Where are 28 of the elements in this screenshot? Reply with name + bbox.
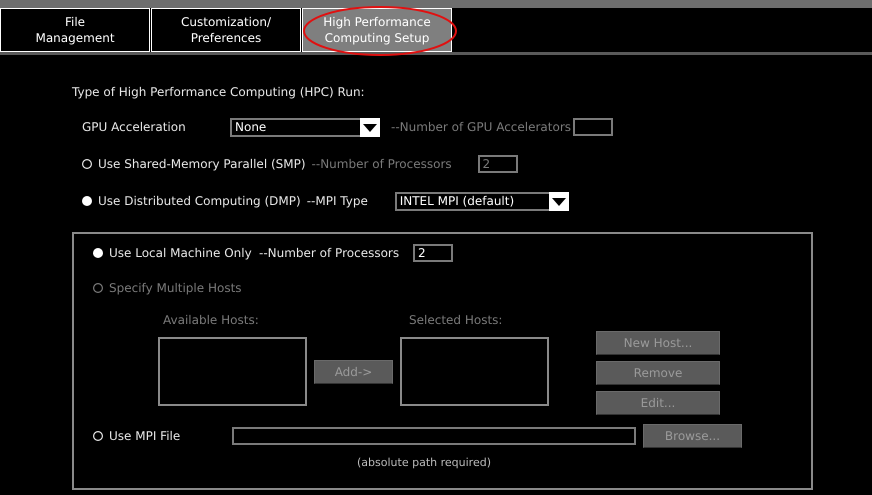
tab[interactable]: High Performance Computing Setup [302, 8, 452, 52]
radio-label: Use Shared-Memory Parallel (SMP) [98, 157, 306, 171]
available-hosts-list[interactable] [158, 337, 307, 406]
processors-field[interactable]: 2 [478, 155, 518, 173]
processors-label: --Number of Processors [259, 246, 400, 260]
path-note: (absolute path required) [357, 456, 491, 468]
radio-label: Specify Multiple Hosts [109, 281, 242, 295]
radio-button[interactable] [82, 196, 92, 206]
section-heading: Type of High Performance Computing (HPC) Run: [72, 85, 365, 99]
browse-button[interactable]: Browse... [643, 424, 742, 448]
radio-label: Use MPI File [109, 429, 180, 443]
mpi-type-dropdown[interactable]: INTEL MPI (default) [394, 192, 569, 210]
radio-label: Use Local Machine Only [109, 246, 252, 260]
tab[interactable]: File Management [0, 8, 150, 52]
gpu-count-label: --Number of GPU Accelerators [391, 120, 572, 134]
option-label: --Number of Processors [312, 157, 452, 171]
gpu-label: GPU Acceleration [82, 120, 186, 134]
tab[interactable]: Customization/ Preferences [151, 8, 301, 52]
option-label: --MPI Type [306, 194, 368, 208]
radio-button[interactable] [93, 248, 103, 258]
gpu-dropdown[interactable]: None [230, 118, 380, 136]
selected-hosts-list[interactable] [400, 337, 549, 406]
processors-field[interactable]: 2 [413, 244, 453, 262]
radio-label: Use Distributed Computing (DMP) [98, 194, 301, 208]
list-label: Selected Hosts: [409, 313, 502, 327]
mpi-file-field[interactable] [232, 427, 636, 445]
list-label: Available Hosts: [163, 313, 259, 327]
gpu-count-field[interactable] [573, 118, 613, 136]
